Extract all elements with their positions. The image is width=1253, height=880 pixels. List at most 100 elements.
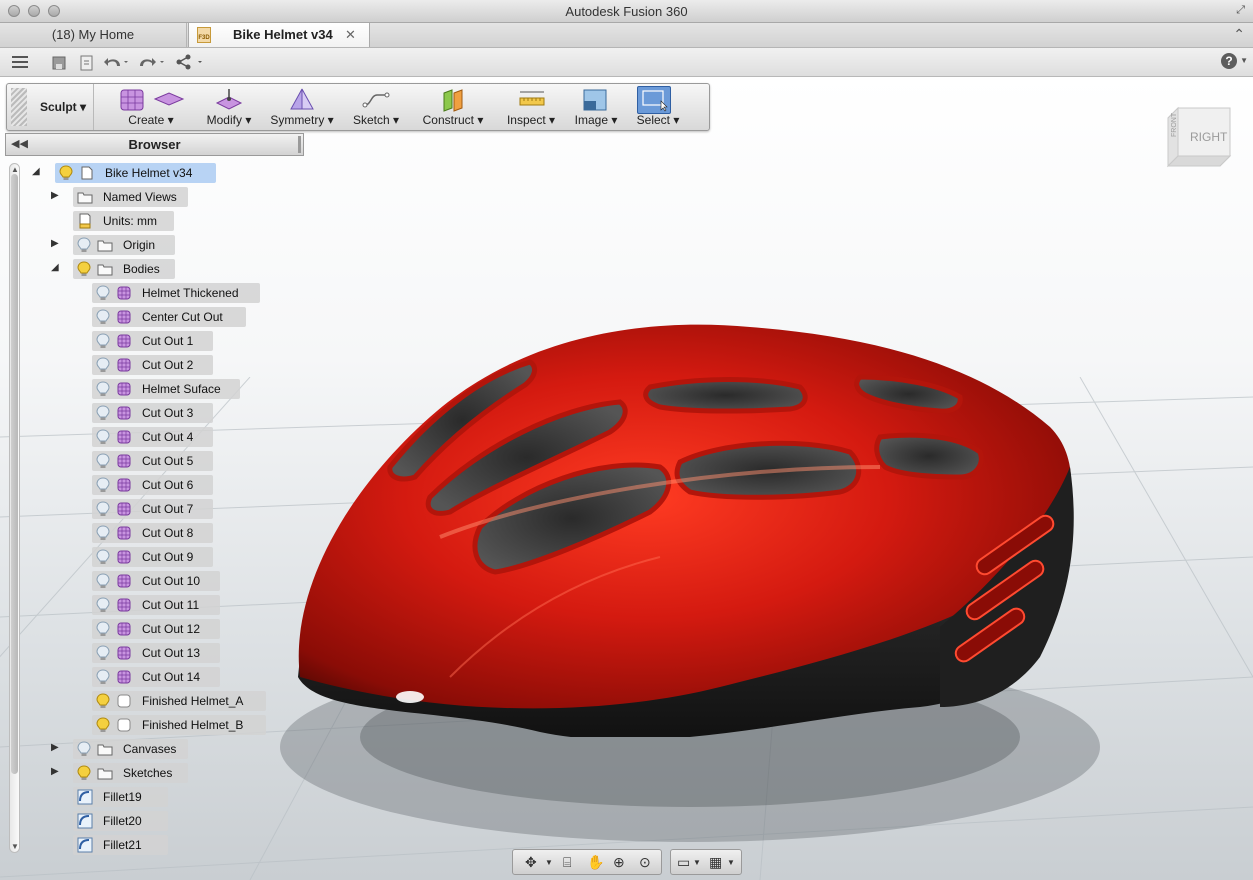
tree-body-item[interactable]: Cut Out 10 — [0, 571, 300, 591]
tree-node-pill[interactable]: Named Views — [73, 187, 188, 207]
orbit-dropdown-icon[interactable]: ▼ — [545, 858, 553, 867]
tree-node-pill[interactable]: Fillet20 — [73, 811, 168, 831]
visibility-bulb-icon[interactable] — [77, 741, 91, 757]
sketch-menu[interactable]: Sketch ▾ — [345, 84, 407, 130]
timeline-feature-fillet[interactable]: Fillet20 — [0, 811, 300, 831]
tree-node-pill[interactable]: Cut Out 8 — [92, 523, 213, 543]
tree-units[interactable]: Units: mm — [0, 211, 300, 231]
share-icon[interactable] — [176, 54, 206, 70]
create-menu[interactable]: Create ▾ — [113, 84, 189, 130]
visibility-bulb-icon[interactable] — [96, 621, 110, 637]
save-icon[interactable] — [52, 56, 66, 70]
tab-my-home[interactable]: (18) My Home — [0, 23, 187, 47]
tree-body-item[interactable]: Cut Out 8 — [0, 523, 300, 543]
tree-node-pill[interactable]: Center Cut Out — [92, 307, 246, 327]
tree-node-pill[interactable]: Cut Out 7 — [92, 499, 213, 519]
expand-arrow-icon[interactable]: ▶ — [51, 742, 59, 753]
tree-body-item[interactable]: Helmet Thickened — [0, 283, 300, 303]
visibility-bulb-icon[interactable] — [96, 525, 110, 541]
redo-icon[interactable] — [138, 55, 166, 69]
visibility-bulb-icon[interactable] — [96, 501, 110, 517]
visibility-bulb-icon[interactable] — [96, 333, 110, 349]
workspace-switcher[interactable]: Sculpt ▾ — [33, 84, 94, 130]
help-dropdown-icon[interactable]: ▼ — [1240, 56, 1248, 65]
tree-bodies[interactable]: ◢ Bodies — [0, 259, 300, 279]
grid-settings-icon[interactable]: ▦ — [709, 854, 722, 871]
menu-icon[interactable] — [12, 55, 28, 69]
tree-body-item[interactable]: Center Cut Out — [0, 307, 300, 327]
tree-named-views[interactable]: ▶ Named Views — [0, 187, 300, 207]
tree-body-item[interactable]: Finished Helmet_B — [0, 715, 300, 735]
tree-node-pill[interactable]: Sketches — [73, 763, 188, 783]
construct-menu[interactable]: Construct ▾ — [417, 84, 489, 130]
expand-arrow-icon[interactable]: ▶ — [51, 190, 59, 201]
tree-node-pill[interactable]: Finished Helmet_A — [92, 691, 266, 711]
tree-node-pill[interactable]: Bodies — [73, 259, 175, 279]
display-settings-icon[interactable]: ▭ — [677, 854, 690, 871]
expand-arrow-icon[interactable]: ▶ — [51, 766, 59, 777]
tree-canvases[interactable]: ▶ Canvases — [0, 739, 300, 759]
tree-body-item[interactable]: Finished Helmet_A — [0, 691, 300, 711]
tree-node-pill[interactable]: Finished Helmet_B — [92, 715, 266, 735]
tree-body-item[interactable]: Cut Out 14 — [0, 667, 300, 687]
tree-node-pill[interactable]: Origin — [73, 235, 175, 255]
visibility-bulb-icon[interactable] — [96, 717, 110, 733]
tree-node-pill[interactable]: Cut Out 5 — [92, 451, 213, 471]
collapse-arrow-icon[interactable]: ◢ — [32, 166, 40, 177]
visibility-bulb-icon[interactable] — [96, 405, 110, 421]
viewcube-front-face[interactable]: FRONT — [1171, 112, 1178, 137]
symmetry-menu[interactable]: Symmetry ▾ — [269, 84, 335, 130]
grid-dropdown-icon[interactable]: ▼ — [727, 858, 735, 867]
viewcube-right-face[interactable]: RIGHT — [1190, 130, 1228, 144]
tree-body-item[interactable]: Cut Out 7 — [0, 499, 300, 519]
visibility-bulb-icon[interactable] — [96, 645, 110, 661]
tree-node-pill[interactable]: Cut Out 10 — [92, 571, 220, 591]
tree-node-pill[interactable]: Cut Out 1 — [92, 331, 213, 351]
look-at-icon[interactable]: ⌸ — [563, 854, 571, 871]
tree-body-item[interactable]: Cut Out 3 — [0, 403, 300, 423]
visibility-bulb-icon[interactable] — [77, 765, 91, 781]
fit-zoom-icon[interactable]: ⊙ — [639, 854, 651, 871]
tree-body-item[interactable]: Helmet Suface — [0, 379, 300, 399]
tree-node-pill[interactable]: Helmet Thickened — [92, 283, 260, 303]
visibility-bulb-icon[interactable] — [59, 165, 73, 181]
select-menu[interactable]: Select ▾ — [635, 84, 681, 130]
toolbar-grip-handle[interactable] — [11, 88, 27, 126]
tree-node-pill[interactable]: Cut Out 2 — [92, 355, 213, 375]
chevron-up-icon[interactable]: ⌃ — [1233, 26, 1245, 43]
tree-node-pill[interactable]: Cut Out 14 — [92, 667, 220, 687]
tree-origin[interactable]: ▶ Origin — [0, 235, 300, 255]
undo-icon[interactable] — [104, 55, 128, 69]
inspect-menu[interactable]: Inspect ▾ — [499, 84, 563, 130]
tree-sketches[interactable]: ▶ Sketches — [0, 763, 300, 783]
visibility-bulb-icon[interactable] — [96, 453, 110, 469]
fullscreen-icon[interactable]: ⤢ — [1236, 4, 1245, 17]
visibility-bulb-icon[interactable] — [96, 357, 110, 373]
visibility-bulb-icon[interactable] — [96, 549, 110, 565]
visibility-bulb-icon[interactable] — [77, 237, 91, 253]
visibility-bulb-icon[interactable] — [96, 381, 110, 397]
browser-resize-handle[interactable] — [298, 136, 301, 153]
tree-node-pill[interactable]: Bike Helmet v34 — [55, 163, 216, 183]
visibility-bulb-icon[interactable] — [96, 693, 110, 709]
visibility-bulb-icon[interactable] — [96, 597, 110, 613]
visibility-bulb-icon[interactable] — [96, 477, 110, 493]
tree-node-pill[interactable]: Cut Out 9 — [92, 547, 213, 567]
visibility-bulb-icon[interactable] — [96, 309, 110, 325]
tree-body-item[interactable]: Cut Out 5 — [0, 451, 300, 471]
pan-hand-icon[interactable]: ✋ — [587, 854, 604, 871]
image-menu[interactable]: Image ▾ — [571, 84, 621, 130]
tree-node-pill[interactable]: Fillet19 — [73, 787, 168, 807]
tab-bike-helmet[interactable]: F3D Bike Helmet v34 ✕ — [188, 23, 370, 47]
zoom-icon[interactable]: ⊕ — [613, 854, 625, 871]
orbit-icon[interactable]: ✥ — [525, 854, 537, 871]
visibility-bulb-icon[interactable] — [77, 261, 91, 277]
tree-node-pill[interactable]: Canvases — [73, 739, 188, 759]
tree-node-pill[interactable]: Cut Out 3 — [92, 403, 213, 423]
tree-root-bike-helmet[interactable]: ◢ Bike Helmet v34 — [0, 163, 300, 183]
tree-body-item[interactable]: Cut Out 2 — [0, 355, 300, 375]
viewcube[interactable]: FRONT RIGHT — [1164, 104, 1234, 170]
close-tab-icon[interactable]: ✕ — [345, 23, 356, 47]
help-icon[interactable]: ? — [1221, 53, 1237, 69]
collapse-arrow-icon[interactable]: ◢ — [51, 262, 59, 273]
